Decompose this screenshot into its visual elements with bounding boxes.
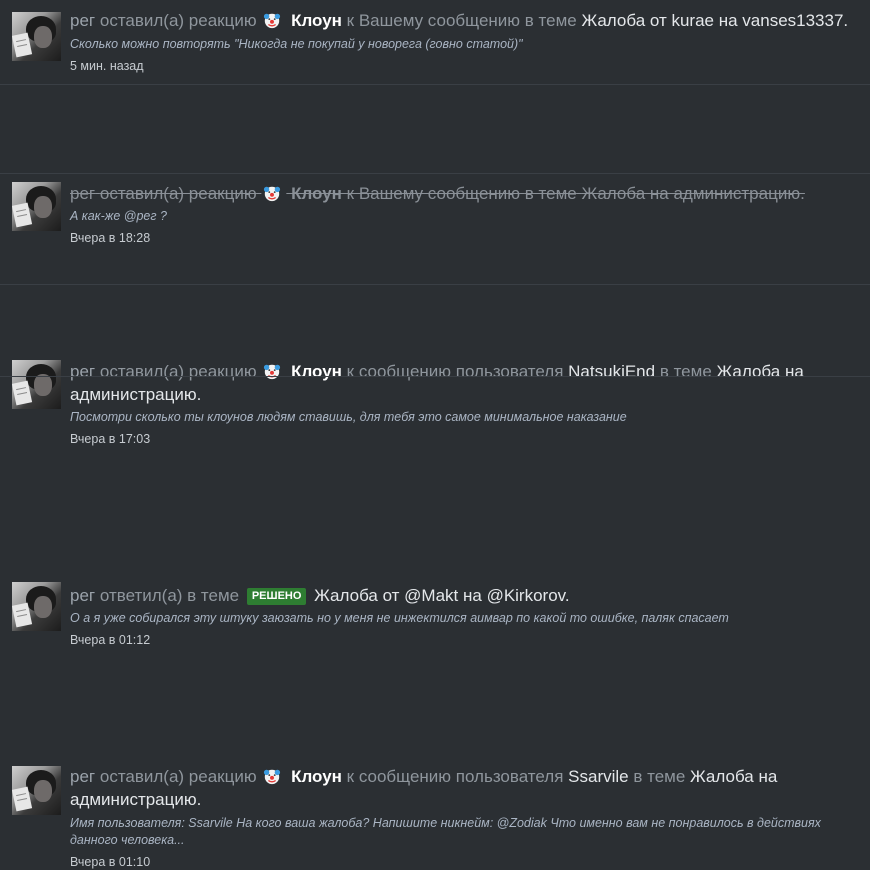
alert-item[interactable]: рег оставил(а) реакцию Клоун к сообщению…	[0, 377, 870, 869]
action-text: ответил(а) в теме	[99, 586, 240, 605]
alert-item[interactable]: рег оставил(а) реакцию Клоун к Вашему со…	[0, 85, 870, 245]
target-text[interactable]: к Вашему сообщению	[347, 11, 520, 30]
in-thread-text: в теме	[524, 11, 577, 30]
user-link[interactable]: рег	[70, 586, 95, 605]
user-link[interactable]: рег	[70, 767, 95, 786]
in-thread-text: в теме	[633, 767, 686, 786]
alert-item[interactable]: рег ответил(а) в теме РЕШЕНО Жалоба от @…	[0, 285, 870, 647]
alert-body: рег ответил(а) в теме РЕШЕНО Жалоба от @…	[70, 584, 860, 648]
alert-item[interactable]: рег оставил(а) реакцию Клоун к сообщению…	[0, 174, 870, 446]
alert-body: рег оставил(а) реакцию Клоун к сообщению…	[70, 765, 860, 870]
alert-time: Вчера в 01:12	[70, 633, 151, 647]
alert-title: рег ответил(а) в теме РЕШЕНО Жалоба от @…	[70, 584, 860, 607]
clown-emoji-icon	[264, 13, 281, 29]
alerts-list: рег оставил(а) реакцию Клоун к Вашему со…	[0, 0, 870, 869]
alert-item[interactable]: рег оставил(а) реакцию Клоун к Вашему со…	[0, 0, 870, 85]
target-user-link[interactable]: Ssarvile	[568, 767, 628, 786]
alert-title: рег оставил(а) реакцию Клоун к Вашему со…	[70, 9, 860, 32]
alert-time: 5 мин. назад	[70, 59, 144, 73]
message-snippet: Сколько можно повторять "Никогда не поку…	[70, 37, 523, 51]
message-snippet: Имя пользователя: Ssarvile На кого ваша …	[70, 816, 821, 847]
clown-emoji-icon	[264, 769, 281, 785]
action-text: оставил(а) реакцию	[99, 767, 257, 786]
message-snippet: О а я уже собирался эту штуку заюзать но…	[70, 611, 729, 625]
action-text: оставил(а) реакцию	[99, 11, 257, 30]
reaction-name: Клоун	[291, 767, 342, 786]
thread-link[interactable]: Жалоба от @Makt на @Kirkorov.	[314, 586, 569, 605]
reaction-name: Клоун	[291, 11, 342, 30]
alert-time: Вчера в 01:10	[70, 855, 151, 869]
alert-title: рег оставил(а) реакцию Клоун к сообщению…	[70, 765, 860, 811]
user-link[interactable]: рег	[70, 11, 95, 30]
thread-link[interactable]: Жалоба от kurae на vanses13337.	[581, 11, 848, 30]
solved-badge: РЕШЕНО	[246, 588, 307, 605]
avatar[interactable]	[12, 582, 61, 631]
avatar[interactable]	[12, 12, 61, 61]
avatar[interactable]	[12, 766, 61, 815]
alert-body: рег оставил(а) реакцию Клоун к Вашему со…	[70, 9, 860, 74]
target-text: к сообщению пользователя	[346, 767, 564, 786]
